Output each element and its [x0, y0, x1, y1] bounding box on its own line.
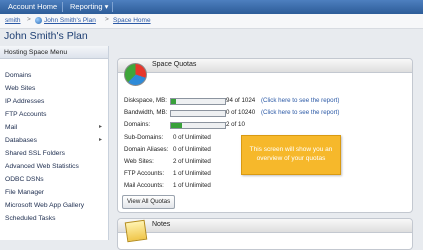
sidebar-item-label: IP Addresses [5, 98, 45, 105]
reporting-menu[interactable]: Reporting ▾ [64, 0, 114, 14]
chevron-down-icon: ▾ [104, 2, 109, 11]
sidebar-item-label: Microsoft Web App Gallery [5, 202, 85, 209]
sidebar-item-label: Databases [5, 137, 37, 144]
notes-panel: Notes [117, 218, 413, 250]
nav-divider [62, 2, 63, 12]
sidebar-item-ip-addresses[interactable]: IP Addresses [0, 95, 108, 108]
quota-value: 2 of Unlimited [173, 158, 211, 165]
breadcrumb-space-home[interactable]: Space Home [113, 17, 151, 24]
view-all-quotas-button[interactable]: View All Quotas [122, 195, 176, 209]
sidebar-item-odbc-dsns[interactable]: ODBC DSNs [0, 173, 108, 186]
progress-fill [171, 123, 182, 128]
sidebar-item-advanced-web-statistics[interactable]: Advanced Web Statistics [0, 160, 108, 173]
chevron-right-icon: ▸ [98, 124, 102, 130]
chevron-right-icon: ▸ [98, 137, 102, 143]
quota-label: Domains: [124, 121, 151, 128]
sidebar-item-label: Advanced Web Statistics [5, 163, 79, 170]
panel-header: Notes [118, 219, 412, 233]
breadcrumb-user[interactable]: smith [5, 17, 21, 24]
top-nav-bar: Account Home Reporting ▾ [0, 0, 423, 14]
quota-label: Web Sites: [124, 158, 154, 165]
nav-divider [112, 2, 113, 12]
quota-progress-bar [170, 122, 226, 129]
diskspace-report-link[interactable]: (Click here to see the report) [261, 97, 339, 104]
bandwidth-report-link[interactable]: (Click here to see the report) [261, 109, 339, 116]
sidebar-item-label: FTP Accounts [5, 111, 47, 118]
quota-label: Bandwidth, MB: [124, 109, 168, 116]
breadcrumb-separator: > [105, 16, 109, 23]
sidebar-item-file-manager[interactable]: File Manager [0, 186, 108, 199]
sidebar-item-label: Mail [5, 124, 18, 131]
globe-icon [35, 17, 42, 24]
panel-title: Space Quotas [152, 61, 197, 68]
sidebar-item-label: Scheduled Tasks [5, 215, 56, 222]
quota-value: 1 of Unlimited [173, 182, 211, 189]
sidebar-item-label: File Manager [5, 189, 45, 196]
panel-title: Notes [152, 221, 171, 228]
quota-progress-bar [170, 110, 226, 117]
sidebar-item-scheduled-tasks[interactable]: Scheduled Tasks [0, 212, 108, 225]
sidebar-item-label: ODBC DSNs [5, 176, 44, 183]
notes-icon [124, 219, 148, 243]
quota-value: 1 of Unlimited [173, 170, 211, 177]
sidebar-item-label: Domains [5, 72, 32, 79]
sidebar-item-databases[interactable]: Databases ▸ [0, 134, 108, 147]
quota-value: 0 of Unlimited [173, 134, 211, 141]
quota-value: 0 of Unlimited [173, 146, 211, 153]
sidebar-item-shared-ssl-folders[interactable]: Shared SSL Folders [0, 147, 108, 160]
quota-label: Mail Accounts: [124, 182, 164, 189]
sidebar-item-label: Web Sites [5, 85, 36, 92]
account-home-link[interactable]: Account Home [2, 0, 63, 14]
pie-chart-icon [124, 63, 147, 86]
reporting-label: Reporting [70, 2, 103, 11]
quota-progress-bar [170, 98, 226, 105]
sidebar-item-mail[interactable]: Mail ▸ [0, 121, 108, 134]
breadcrumb: smith > John Smith's Plan > Space Home [0, 14, 423, 29]
quota-label: Diskspace, MB: [124, 97, 167, 104]
tooltip-line: overview of your quotas [256, 155, 326, 162]
quota-value: 0 of 10240 [226, 109, 256, 116]
page-title: John Smith's Plan [4, 30, 88, 42]
quota-value: 2 of 10 [226, 121, 245, 128]
panel-header: Space Quotas [118, 59, 412, 73]
progress-fill [171, 99, 176, 104]
tooltip-line: This screen will show you an [249, 146, 333, 153]
sidebar-item-label: Shared SSL Folders [5, 150, 65, 157]
hosting-space-menu: Hosting Space Menu Domains Web Sites IP … [0, 46, 109, 240]
help-tooltip: This screen will show you an overview of… [241, 135, 341, 175]
sidebar-header: Hosting Space Menu [0, 46, 108, 59]
sidebar-item-ftp-accounts[interactable]: FTP Accounts [0, 108, 108, 121]
quota-label: Sub-Domains: [124, 134, 164, 141]
sidebar-item-web-app-gallery[interactable]: Microsoft Web App Gallery [0, 199, 108, 212]
breadcrumb-plan[interactable]: John Smith's Plan [44, 17, 96, 24]
quota-label: Domain Aliases: [124, 146, 169, 153]
quota-value: 94 of 1024 [226, 97, 256, 104]
quota-label: FTP Accounts: [124, 170, 165, 177]
sidebar-item-web-sites[interactable]: Web Sites [0, 82, 108, 95]
sidebar-item-domains[interactable]: Domains [0, 69, 108, 82]
breadcrumb-separator: > [27, 16, 31, 23]
